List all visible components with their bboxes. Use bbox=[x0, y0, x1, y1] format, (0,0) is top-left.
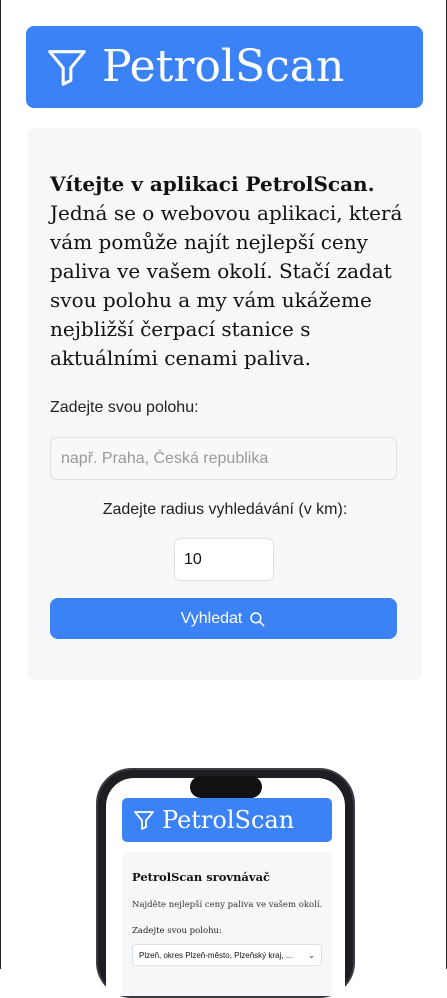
frame-border-left bbox=[0, 0, 1, 969]
phone-heading: PetrolScan srovnávač bbox=[132, 870, 271, 884]
filter-icon bbox=[44, 44, 90, 90]
app-header: PetrolScan bbox=[26, 26, 423, 108]
phone-card: PetrolScan srovnávač Najděte nejlepší ce… bbox=[122, 852, 332, 996]
location-label: Zadejte svou polohu: bbox=[50, 399, 199, 416]
phone-location-select: Plzeň, okres Plzeň-město, Plzeňský kraj,… bbox=[132, 944, 322, 966]
location-input[interactable] bbox=[50, 437, 397, 480]
search-card: Vítejte v aplikaci PetrolScan. Jedná se … bbox=[28, 128, 422, 680]
search-icon bbox=[248, 610, 266, 628]
radius-input[interactable] bbox=[174, 538, 274, 581]
radius-label: Zadejte radius vyhledávání (v km): bbox=[102, 501, 348, 518]
phone-screen: PetrolScan PetrolScan srovnávač Najděte … bbox=[106, 778, 345, 996]
search-button[interactable]: Vyhledat bbox=[50, 598, 397, 639]
phone-app-title: PetrolScan bbox=[162, 806, 295, 834]
phone-location-label: Zadejte svou polohu: bbox=[132, 926, 222, 936]
intro-body: Jedná se o webovou aplikaci, která vám p… bbox=[50, 201, 403, 370]
app-title: PetrolScan bbox=[102, 41, 345, 92]
phone-location-value: Plzeň, okres Plzeň-město, Plzeňský kraj,… bbox=[139, 950, 293, 960]
phone-preview: PetrolScan PetrolScan srovnávač Najděte … bbox=[96, 768, 355, 998]
search-button-label: Vyhledat bbox=[180, 609, 243, 627]
phone-notch bbox=[189, 776, 262, 798]
phone-app-header: PetrolScan bbox=[122, 798, 332, 842]
filter-icon bbox=[132, 808, 156, 832]
intro-heading: Vítejte v aplikaci PetrolScan. bbox=[50, 172, 375, 196]
intro-text: Vítejte v aplikaci PetrolScan. Jedná se … bbox=[50, 170, 406, 373]
chevron-down-icon: ⌄ bbox=[308, 950, 315, 960]
phone-subtitle: Najděte nejlepší ceny paliva ve vašem ok… bbox=[132, 900, 323, 910]
